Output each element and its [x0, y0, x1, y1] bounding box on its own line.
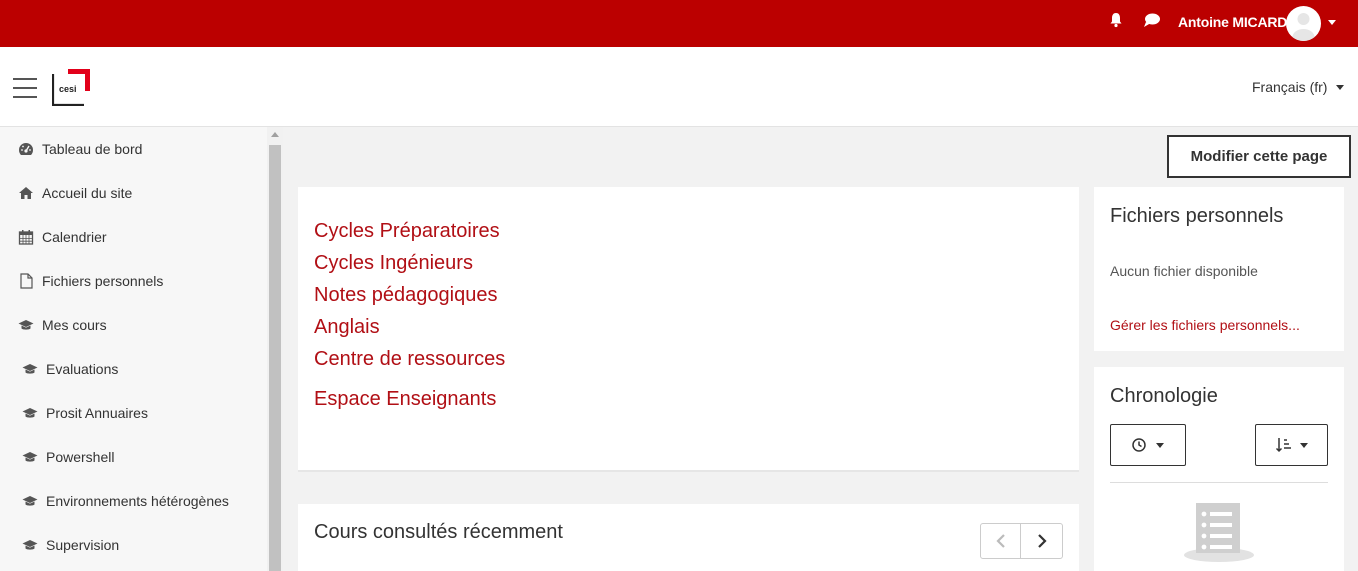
chevron-down-icon — [1300, 443, 1308, 448]
sort-icon — [1275, 438, 1291, 453]
recent-courses-pager — [980, 523, 1063, 559]
sidebar-item-course[interactable]: Supervision — [0, 523, 267, 567]
next-page-button[interactable] — [1022, 524, 1062, 558]
chevron-right-icon — [1038, 534, 1047, 548]
sidebar-item-course[interactable]: Powershell — [0, 435, 267, 479]
prev-page-button[interactable] — [981, 524, 1021, 558]
graduation-cap-icon — [22, 364, 38, 374]
sidebar-item-label: Fichiers personnels — [42, 273, 164, 289]
sidebar-item-label: Environnements hétérogènes — [46, 493, 229, 509]
scrollbar-thumb[interactable] — [269, 145, 281, 571]
sidebar-item-dashboard[interactable]: Tableau de bord — [0, 127, 267, 171]
sidebar-item-label: Prosit Annuaires — [46, 405, 148, 421]
sidebar-item-label: Supervision — [46, 537, 120, 553]
timeline-filter-dropdown[interactable] — [1110, 424, 1186, 466]
no-files-text: Aucun fichier disponible — [1110, 263, 1258, 279]
dashboard-icon — [18, 143, 34, 155]
category-link[interactable]: Cycles Préparatoires — [314, 220, 500, 243]
language-selector[interactable]: Français (fr) — [1252, 79, 1327, 95]
sidebar-item-label: Accueil du site — [42, 185, 133, 201]
category-link[interactable]: Notes pédagogiques — [314, 284, 497, 307]
file-icon — [20, 273, 33, 289]
calendar-icon — [18, 230, 34, 245]
sidebar-scrollbar[interactable] — [267, 127, 283, 571]
category-link[interactable]: Espace Enseignants — [314, 388, 496, 411]
graduation-cap-icon — [18, 320, 34, 330]
sidebar-item-label: Tableau de bord — [42, 141, 143, 157]
course-categories-card: Cycles Préparatoires Cycles Ingénieurs N… — [298, 187, 1079, 472]
sidebar-item-private-files[interactable]: Fichiers personnels — [0, 259, 267, 303]
category-link[interactable]: Cycles Ingénieurs — [314, 252, 473, 275]
block-title: Fichiers personnels — [1110, 205, 1284, 227]
chevron-down-icon[interactable] — [1336, 85, 1344, 90]
sidebar-item-calendar[interactable]: Calendrier — [0, 215, 267, 259]
graduation-cap-icon — [22, 496, 38, 506]
sidebar-item-course[interactable]: Prosit Annuaires — [0, 391, 267, 435]
graduation-cap-icon — [22, 452, 38, 462]
top-bar: Antoine MICARD — [0, 0, 1358, 47]
category-link[interactable]: Centre de ressources — [314, 348, 505, 371]
manage-files-link[interactable]: Gérer les fichiers personnels... — [1110, 317, 1300, 333]
cesi-logo[interactable]: cesi — [52, 68, 92, 106]
scroll-up-arrow-icon[interactable] — [271, 132, 279, 137]
sidebar-item-home[interactable]: Accueil du site — [0, 171, 267, 215]
timeline-block: Chronologie — [1094, 367, 1344, 571]
menu-toggle-icon[interactable] — [13, 78, 37, 98]
graduation-cap-icon — [22, 408, 38, 418]
timeline-sort-dropdown[interactable] — [1255, 424, 1328, 466]
sidebar: Tableau de bord Accueil du site Calendri… — [0, 127, 267, 571]
home-icon — [19, 187, 33, 199]
category-link[interactable]: Anglais — [314, 316, 380, 339]
block-title: Chronologie — [1110, 385, 1218, 407]
private-files-block: Fichiers personnels Aucun fichier dispon… — [1094, 187, 1344, 351]
chevron-down-icon[interactable] — [1328, 20, 1336, 25]
recent-courses-card: Cours consultés récemment — [298, 504, 1079, 571]
empty-list-illustration — [1184, 503, 1254, 562]
bell-icon[interactable] — [1108, 12, 1124, 28]
logo-text: cesi — [59, 84, 77, 94]
sidebar-item-label: Powershell — [46, 449, 115, 465]
avatar[interactable] — [1286, 6, 1321, 41]
chevron-down-icon — [1156, 443, 1164, 448]
chevron-left-icon — [996, 534, 1005, 548]
user-name[interactable]: Antoine MICARD — [1178, 14, 1287, 30]
chat-icon[interactable] — [1143, 12, 1161, 28]
sidebar-item-course[interactable]: Evaluations — [0, 347, 267, 391]
navbar: cesi Français (fr) — [0, 47, 1358, 127]
clock-icon — [1132, 438, 1146, 452]
divider — [1110, 482, 1328, 483]
sidebar-item-label: Evaluations — [46, 361, 119, 377]
sidebar-item-my-courses[interactable]: Mes cours — [0, 303, 267, 347]
sidebar-item-label: Mes cours — [42, 317, 107, 333]
sidebar-item-course[interactable]: Environnements hétérogènes — [0, 479, 267, 523]
edit-page-button[interactable]: Modifier cette page — [1167, 135, 1351, 178]
graduation-cap-icon — [22, 540, 38, 550]
sidebar-item-label: Calendrier — [42, 229, 107, 245]
recent-courses-title: Cours consultés récemment — [314, 521, 563, 543]
